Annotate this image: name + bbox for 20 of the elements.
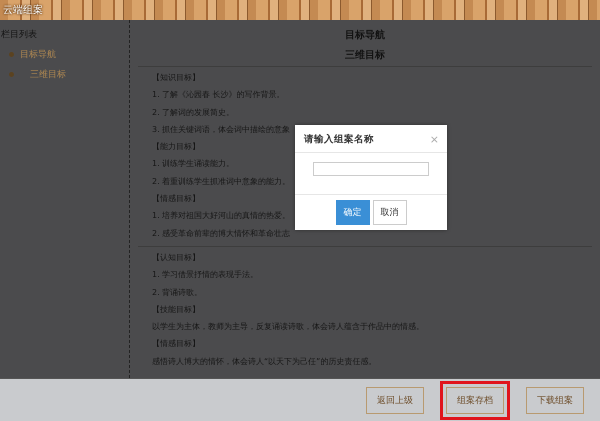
content-line: 2. 了解词的发展简史。 bbox=[152, 106, 234, 119]
sidebar-item[interactable]: 三维目标 bbox=[20, 68, 66, 81]
page-subtitle: 三维目标 bbox=[344, 48, 386, 63]
content-line: 1. 训练学生诵读能力。 bbox=[152, 158, 234, 170]
bullet-icon bbox=[9, 52, 14, 57]
dialog-title: 请输入组案名称 bbox=[304, 133, 374, 146]
name-input-field[interactable] bbox=[313, 162, 429, 176]
content-line: 3. 抓住关键词语，体会词中描绘的意象 bbox=[152, 124, 290, 136]
page-title: 目标导航 bbox=[344, 28, 386, 43]
footer-button[interactable]: 返回上级 bbox=[366, 386, 424, 414]
content-line: 2. 着重训练学生抓准词中意象的能力。 bbox=[152, 176, 290, 188]
sidebar-title: 栏目列表 bbox=[0, 28, 38, 41]
content-line: 2. 背诵诗歌。 bbox=[152, 286, 202, 299]
sidebar-item[interactable]: 目标导航 bbox=[20, 48, 56, 61]
footer-button[interactable]: 下载组案 bbox=[526, 386, 584, 414]
content-line: 1. 了解《沁园春 长沙》的写作背景。 bbox=[152, 89, 285, 102]
footer-button[interactable]: 组案存档 bbox=[446, 386, 504, 414]
confirm-button[interactable]: 确定 bbox=[336, 200, 370, 225]
cancel-button[interactable]: 取消 bbox=[372, 200, 406, 225]
bullet-icon bbox=[9, 72, 14, 77]
